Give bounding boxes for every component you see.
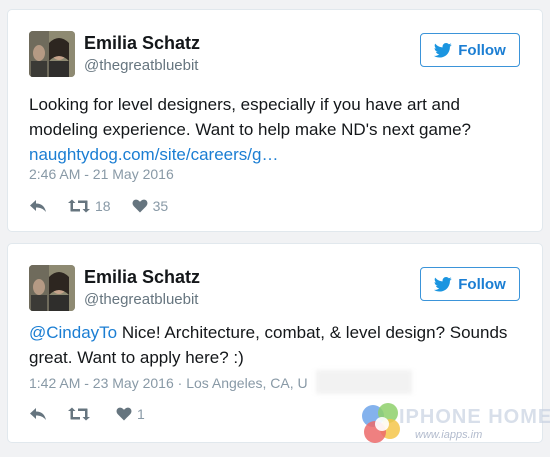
blur-overlay xyxy=(316,370,412,394)
author-handle[interactable]: @thegreatbluebit xyxy=(84,57,198,74)
mention-link[interactable]: @CindayTo xyxy=(29,323,117,342)
author-handle[interactable]: @thegreatbluebit xyxy=(84,291,198,308)
reply-button[interactable] xyxy=(29,199,47,213)
twitter-bird-icon xyxy=(434,276,452,292)
tweet-timestamp[interactable]: 1:42 AM - 23 May 2016 · Los Angeles, CA,… xyxy=(29,375,308,391)
tweet-text: @CindayTo Nice! Architecture, combat, & … xyxy=(29,320,522,370)
reply-icon xyxy=(29,199,47,213)
follow-button[interactable]: Follow xyxy=(420,33,520,67)
retweet-icon xyxy=(68,199,90,213)
author-name[interactable]: Emilia Schatz xyxy=(84,267,200,288)
reply-button[interactable] xyxy=(29,407,47,421)
follow-button[interactable]: Follow xyxy=(420,267,520,301)
reply-icon xyxy=(29,407,47,421)
like-count: 35 xyxy=(152,198,169,214)
retweet-icon xyxy=(68,407,90,421)
retweet-button[interactable] xyxy=(68,407,95,421)
tweet-body: Looking for level designers, especially … xyxy=(29,95,472,139)
heart-icon xyxy=(116,407,132,421)
careers-link[interactable]: naughtydog.com/site/careers/g… xyxy=(29,145,278,164)
heart-icon xyxy=(132,199,148,213)
like-count: 1 xyxy=(137,406,145,422)
like-button[interactable]: 1 xyxy=(116,406,145,422)
avatar[interactable] xyxy=(29,31,75,77)
retweet-button[interactable]: 18 xyxy=(68,198,111,214)
tweet-card: Emilia Schatz @thegreatbluebit Follow Lo… xyxy=(7,9,543,232)
like-button[interactable]: 35 xyxy=(132,198,169,214)
tweet-timestamp[interactable]: 2:46 AM - 21 May 2016 xyxy=(29,166,174,182)
follow-label: Follow xyxy=(458,41,506,59)
avatar[interactable] xyxy=(29,265,75,311)
tweet-actions: 1 xyxy=(29,406,166,422)
tweet-text: Looking for level designers, especially … xyxy=(29,92,522,167)
tweet-actions: 18 35 xyxy=(29,198,189,214)
tweet-card: Emilia Schatz @thegreatbluebit Follow @C… xyxy=(7,243,543,443)
twitter-bird-icon xyxy=(434,42,452,58)
follow-label: Follow xyxy=(458,275,506,293)
author-name[interactable]: Emilia Schatz xyxy=(84,33,200,54)
retweet-count: 18 xyxy=(95,198,111,214)
